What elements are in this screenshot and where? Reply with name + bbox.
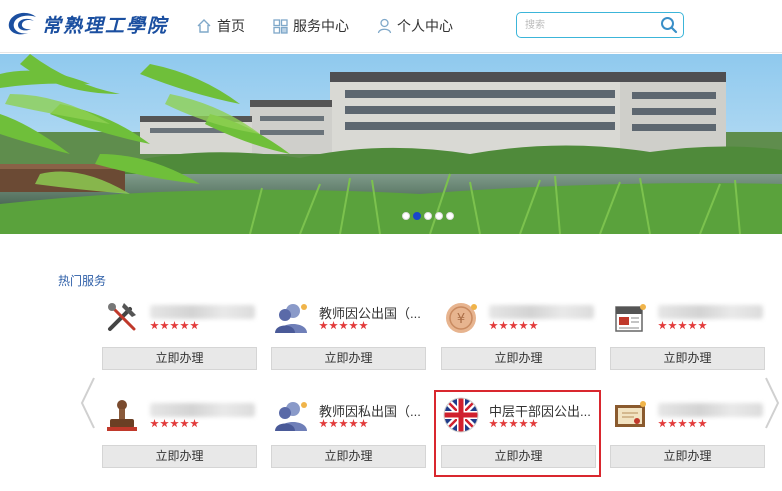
star-icon (319, 419, 328, 428)
star-icon (180, 321, 189, 330)
star-icon (678, 419, 687, 428)
service-name: 教师因私出国（... (319, 404, 421, 419)
user-icon (377, 18, 392, 34)
apply-button[interactable]: 立即办理 (271, 445, 426, 468)
logo[interactable]: 常熟理工學院 (6, 9, 168, 39)
logo-emblem-icon (8, 12, 36, 35)
search-input[interactable] (525, 17, 655, 33)
star-icon (668, 321, 677, 330)
star-icon (489, 321, 498, 330)
apply-button[interactable]: 立即办理 (441, 347, 596, 370)
blurred-name (489, 305, 594, 319)
apply-button[interactable]: 立即办理 (102, 347, 257, 370)
coin-icon: ¥ (446, 303, 477, 333)
service-card[interactable]: 教师因公出国（... 立即办理 (271, 299, 431, 379)
rating-stars (658, 321, 708, 330)
star-icon (319, 321, 328, 330)
star-icon (150, 321, 159, 330)
grid-icon (273, 18, 288, 34)
logo-text: 常熟理工學院 (42, 14, 169, 37)
certificate-icon (615, 401, 646, 427)
star-icon (170, 321, 179, 330)
star-icon (359, 419, 368, 428)
service-name: 教师因公出国（... (319, 306, 421, 321)
blurred-name (658, 403, 763, 417)
star-icon (658, 419, 667, 428)
stamp-icon (107, 400, 137, 431)
star-icon (529, 321, 538, 330)
blurred-name (150, 403, 255, 417)
star-icon (160, 321, 169, 330)
person-icon (275, 304, 307, 333)
header: 常熟理工學院 首页 服务中心 个人中心 (0, 0, 782, 53)
star-icon (359, 321, 368, 330)
main-nav: 首页 服务中心 个人中心 (196, 15, 481, 37)
star-icon (688, 419, 697, 428)
rating-stars (319, 321, 369, 330)
nav-service-center-label: 服务中心 (293, 18, 349, 34)
star-icon (190, 321, 199, 330)
nav-home[interactable]: 首页 (196, 15, 245, 37)
star-icon (658, 321, 667, 330)
star-icon (349, 321, 358, 330)
star-icon (339, 321, 348, 330)
carousel-dot-4[interactable] (435, 212, 443, 220)
star-icon (499, 321, 508, 330)
star-icon (329, 321, 338, 330)
carousel-dot-5[interactable] (446, 212, 454, 220)
service-card[interactable]: 教师因私出国（... 立即办理 (271, 397, 431, 477)
star-icon (329, 419, 338, 428)
nav-service-center[interactable]: 服务中心 (273, 15, 349, 37)
star-icon (698, 321, 707, 330)
rating-stars (150, 321, 200, 330)
carousel-dot-3[interactable] (424, 212, 432, 220)
svg-text:¥: ¥ (457, 312, 465, 327)
home-icon (197, 19, 211, 33)
carousel-dots (402, 212, 457, 220)
service-card[interactable]: ¥ 立即办理 (441, 299, 601, 379)
carousel-dot-1[interactable] (402, 212, 410, 220)
service-card[interactable]: 立即办理 (610, 397, 770, 477)
tools-icon (108, 303, 136, 331)
banner-carousel[interactable] (0, 54, 782, 234)
star-icon (180, 419, 189, 428)
chevron-left-icon[interactable] (78, 376, 98, 430)
nav-personal-center-label: 个人中心 (397, 18, 453, 34)
search-icon[interactable] (659, 15, 679, 35)
star-icon (678, 321, 687, 330)
apply-button[interactable]: 立即办理 (610, 445, 765, 468)
person-icon (275, 402, 307, 431)
star-icon (519, 321, 528, 330)
star-icon (150, 419, 159, 428)
rating-stars (658, 419, 708, 428)
star-icon (688, 321, 697, 330)
star-icon (668, 419, 677, 428)
news-icon (615, 304, 646, 332)
search-box (516, 12, 684, 38)
apply-button[interactable]: 立即办理 (610, 347, 765, 370)
service-card[interactable]: 立即办理 (610, 299, 770, 379)
star-icon (349, 419, 358, 428)
star-icon (190, 419, 199, 428)
rating-stars (150, 419, 200, 428)
rating-stars (489, 321, 539, 330)
blurred-name (150, 305, 255, 319)
star-icon (160, 419, 169, 428)
nav-home-label: 首页 (217, 18, 245, 34)
nav-personal-center[interactable]: 个人中心 (377, 15, 453, 37)
rating-stars (319, 419, 369, 428)
apply-button[interactable]: 立即办理 (102, 445, 257, 468)
service-card[interactable]: 立即办理 (102, 397, 262, 477)
star-icon (170, 419, 179, 428)
star-icon (509, 321, 518, 330)
apply-button[interactable]: 立即办理 (271, 347, 426, 370)
star-icon (698, 419, 707, 428)
carousel-dot-2[interactable] (413, 212, 421, 220)
star-icon (339, 419, 348, 428)
selection-highlight (434, 390, 601, 477)
campus-photo (0, 54, 782, 234)
blurred-name (658, 305, 763, 319)
service-card[interactable]: 立即办理 (102, 299, 262, 379)
section-title: 热门服务 (58, 274, 107, 288)
